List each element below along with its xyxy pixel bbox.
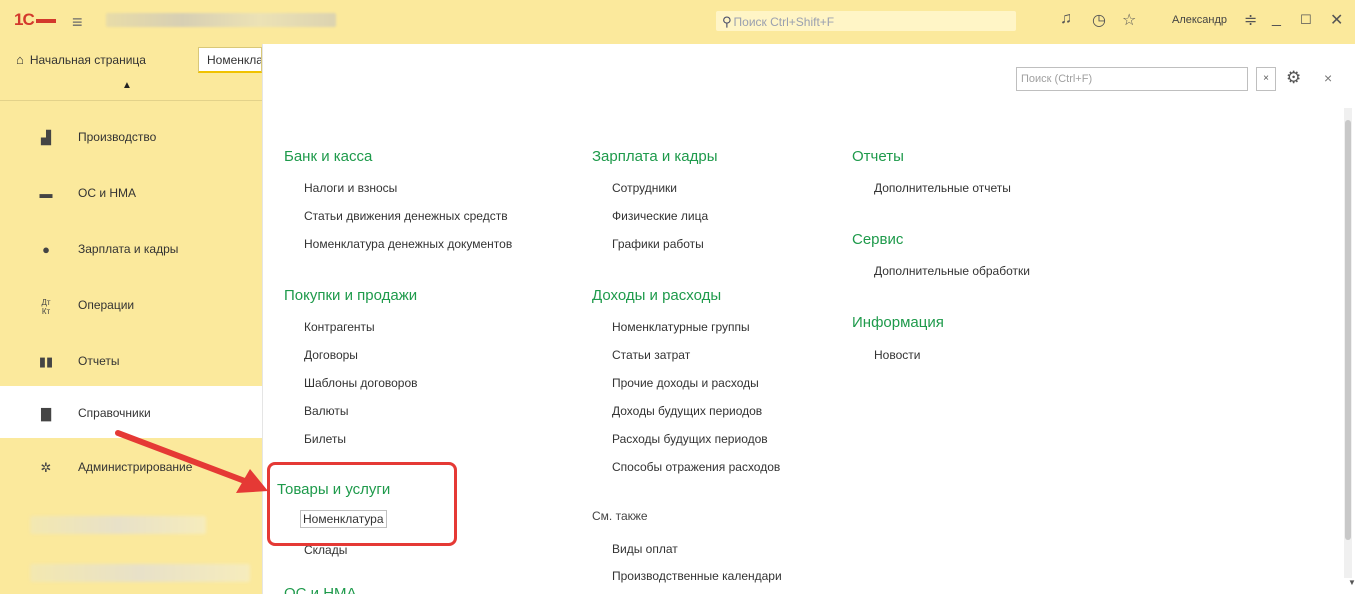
section-title-reports: Отчеты: [852, 148, 904, 165]
sidebar-item-label: ОС и НМА: [78, 186, 137, 200]
arrow-shaft: [115, 430, 253, 486]
link-currencies[interactable]: Валюты: [304, 404, 349, 418]
settings-gear-icon[interactable]: ⚙: [1286, 68, 1301, 88]
sidebar-item-reports[interactable]: ▮▮ Отчеты: [0, 334, 262, 390]
highlight-box: [267, 462, 457, 546]
sidebar-item-label: Производство: [78, 130, 157, 144]
see-also-label: См. также: [592, 509, 648, 523]
link-additional-processing[interactable]: Дополнительные обработки: [874, 264, 1030, 278]
sidebar-item-label: Операции: [78, 298, 135, 312]
section-title-fixed-assets: ОС и НМА: [284, 585, 357, 594]
sidebar-item-production[interactable]: ▟ Производство: [0, 110, 262, 166]
blurred-sidebar-item: [30, 564, 250, 582]
link-employees[interactable]: Сотрудники: [612, 181, 677, 195]
link-additional-reports[interactable]: Дополнительные отчеты: [874, 181, 1011, 195]
sidebar-item-label: Зарплата и кадры: [78, 242, 179, 256]
book-icon: ▇: [41, 406, 51, 421]
link-individuals[interactable]: Физические лица: [612, 209, 708, 223]
search-icon: ⚲: [722, 14, 732, 29]
divider: [0, 100, 262, 101]
sidebar-item-fixed-assets[interactable]: ▬ ОС и НМА: [0, 166, 262, 222]
minimize-icon[interactable]: _: [1272, 10, 1281, 28]
app-logo[interactable]: 1С: [14, 10, 56, 30]
blurred-sidebar-item: [30, 516, 206, 534]
tab-nomenclature[interactable]: Номенклатура: [198, 47, 262, 73]
tab-home[interactable]: ⌂ Начальная страница: [16, 52, 146, 67]
close-panel-button[interactable]: ×: [1324, 70, 1332, 86]
close-icon[interactable]: ✕: [1330, 10, 1343, 30]
link-cost-items[interactable]: Статьи затрат: [612, 348, 690, 362]
global-search-input[interactable]: ⚲ Поиск Ctrl+Shift+F: [716, 11, 1016, 31]
star-icon[interactable]: ☆: [1122, 10, 1136, 30]
sidebar-item-label: Отчеты: [78, 354, 120, 368]
sidebar-item-label: Справочники: [78, 406, 151, 420]
scroll-up-icon[interactable]: ▲: [122, 80, 132, 91]
link-contract-templates[interactable]: Шаблоны договоров: [304, 376, 418, 390]
link-other-income-expenses[interactable]: Прочие доходы и расходы: [612, 376, 759, 390]
history-icon[interactable]: ◷: [1092, 10, 1106, 30]
dt-kt-icon: Дт Кт: [41, 298, 51, 316]
main-menu-icon[interactable]: ≡: [72, 12, 83, 33]
link-tickets[interactable]: Билеты: [304, 432, 346, 446]
section-title-salary: Зарплата и кадры: [592, 148, 718, 165]
section-title-purchases-sales: Покупки и продажи: [284, 287, 418, 304]
link-deferred-income[interactable]: Доходы будущих периодов: [612, 404, 762, 418]
clear-search-button[interactable]: ×: [1256, 67, 1276, 91]
link-taxes[interactable]: Налоги и взносы: [304, 181, 397, 195]
link-payment-types[interactable]: Виды оплат: [612, 542, 678, 556]
section-title-service: Сервис: [852, 231, 904, 248]
link-nomenclature-groups[interactable]: Номенклатурные группы: [612, 320, 750, 334]
settings-menu-icon[interactable]: ≑: [1244, 10, 1257, 30]
sidebar-item-operations[interactable]: Дт Кт Операции: [0, 278, 262, 334]
sidebar-item-salary[interactable]: ● Зарплата и кадры: [0, 222, 262, 278]
person-icon: ●: [42, 242, 50, 257]
link-work-schedules[interactable]: Графики работы: [612, 237, 704, 251]
panel-search-input[interactable]: Поиск (Ctrl+F): [1016, 67, 1248, 91]
bell-icon[interactable]: ♫: [1060, 10, 1072, 28]
factory-icon: ▟: [41, 130, 51, 145]
bar-chart-icon: ▮▮: [38, 354, 54, 369]
link-contracts[interactable]: Договоры: [304, 348, 358, 362]
section-title-bank: Банк и касса: [284, 148, 373, 165]
user-name[interactable]: Александр: [1172, 14, 1227, 26]
scroll-down-icon[interactable]: ▼: [1348, 578, 1355, 587]
gear-icon: ✲: [40, 460, 52, 475]
scrollbar[interactable]: [1344, 108, 1352, 578]
link-cashflow-items[interactable]: Статьи движения денежных средств: [304, 209, 508, 223]
section-title-income-expenses: Доходы и расходы: [592, 287, 722, 304]
home-icon: ⌂: [16, 52, 24, 67]
truck-icon: ▬: [39, 186, 53, 201]
link-production-calendars[interactable]: Производственные календари: [612, 569, 782, 583]
maximize-icon[interactable]: ☐: [1300, 12, 1312, 28]
blurred-title: [106, 13, 336, 27]
link-expense-reflection-methods[interactable]: Способы отражения расходов: [612, 460, 780, 474]
link-money-docs[interactable]: Номенклатура денежных документов: [304, 237, 512, 251]
link-counterparties[interactable]: Контрагенты: [304, 320, 375, 334]
link-news[interactable]: Новости: [874, 348, 920, 362]
red-arrow-annotation: [115, 430, 268, 493]
scrollbar-thumb[interactable]: [1345, 120, 1351, 540]
section-title-information: Информация: [852, 314, 944, 331]
link-deferred-expenses[interactable]: Расходы будущих периодов: [612, 432, 768, 446]
